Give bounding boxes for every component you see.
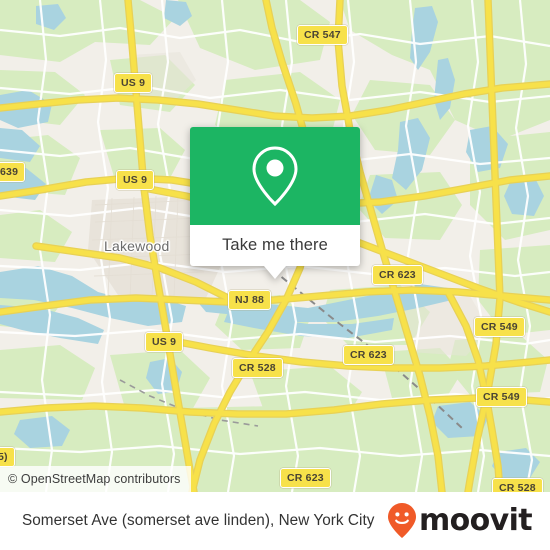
place-label-lakewood: Lakewood — [104, 238, 170, 254]
moovit-map-screenshot: Lakewood CR 547 US 9 639 US 9 CR 623 NJ 88 CR … — [0, 0, 550, 550]
moovit-wordmark: moovit — [418, 503, 533, 538]
map-attribution[interactable]: © OpenStreetMap contributors — [0, 466, 191, 492]
moovit-smiley-pin-icon — [387, 503, 416, 538]
route-shield: US 9 — [114, 73, 153, 93]
map-pin-icon — [252, 146, 298, 207]
location-title: Somerset Ave (somerset ave linden), New … — [22, 512, 375, 529]
route-shield: CR 623 — [343, 345, 394, 365]
route-shield: CR 623 — [372, 265, 423, 285]
route-shield: CR 549 — [474, 317, 525, 337]
popup-action-label: Take me there — [222, 236, 328, 254]
route-shield: CR 549 — [476, 387, 527, 407]
route-shield: CR 528 — [492, 478, 543, 492]
route-shield: 5) — [0, 447, 15, 467]
popup-pointer-tail — [264, 266, 286, 279]
footer-bar: Somerset Ave (somerset ave linden), New … — [0, 492, 550, 550]
moovit-logo[interactable]: moovit — [387, 502, 533, 540]
map-viewport[interactable]: Lakewood CR 547 US 9 639 US 9 CR 623 NJ 88 CR … — [0, 0, 550, 492]
route-shield: CR 547 — [297, 25, 348, 45]
route-shield: NJ 88 — [228, 290, 272, 310]
route-shield: 639 — [0, 162, 26, 182]
route-shield: US 9 — [145, 332, 184, 352]
route-shield: CR 623 — [280, 468, 331, 488]
popup-action-button[interactable]: Take me there — [190, 225, 360, 266]
popup-header — [190, 127, 360, 225]
route-shield: US 9 — [116, 170, 155, 190]
attribution-text: © OpenStreetMap contributors — [8, 472, 181, 486]
route-shield: CR 528 — [232, 358, 283, 378]
location-popup[interactable]: Take me there — [190, 127, 360, 279]
